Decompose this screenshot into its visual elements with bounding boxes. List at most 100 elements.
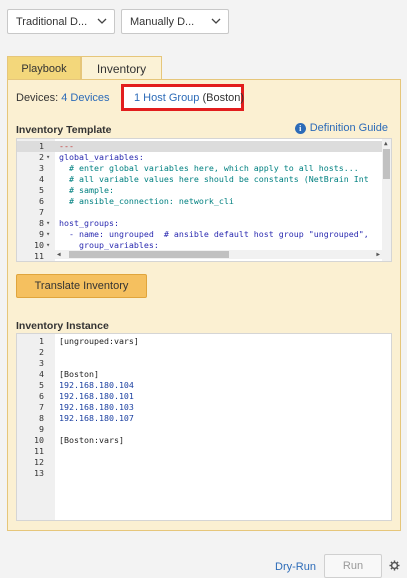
line-number: 7 — [39, 402, 44, 412]
code-text: [Boston] — [59, 369, 99, 379]
code-line: 8 ▾ host_groups: — [17, 218, 384, 229]
translate-inventory-button[interactable]: Translate Inventory — [16, 274, 147, 298]
code-line: 12 — [17, 457, 391, 468]
host-group-link[interactable]: 1 Host Group — [134, 92, 199, 104]
line-number: 1 — [39, 141, 44, 151]
scroll-right-icon[interactable]: ▶ — [376, 251, 380, 258]
code-text: 192.168.180.103 — [59, 402, 134, 412]
devices-label: Devices: — [16, 92, 59, 104]
inventory-template-editor[interactable]: 1 --- 2 ▾ global_variables: 3 # enter global … — [16, 138, 392, 262]
code-text: host_groups: — [59, 218, 119, 228]
line-number: 5 — [39, 380, 44, 390]
code-line: 2 — [17, 347, 391, 358]
tab-inventory[interactable]: Inventory — [81, 56, 162, 79]
line-number: 1 — [39, 336, 44, 346]
code-line: 3 # enter global variables here, which a… — [17, 163, 384, 174]
code-text: # sample: — [59, 185, 114, 195]
inventory-panel: Devices: 4 Devices 1 Host Group (Boston)… — [7, 79, 401, 531]
scroll-up-icon[interactable]: ▲ — [384, 140, 388, 147]
scroll-left-icon[interactable]: ◀ — [57, 251, 61, 258]
line-number: 10 — [34, 240, 44, 250]
tab-inventory-label: Inventory — [96, 62, 147, 76]
line-number: 3 — [39, 358, 44, 368]
code-line: 7 192.168.180.103 — [17, 402, 391, 413]
line-number: 9 — [39, 229, 44, 239]
line-number: 9 — [39, 424, 44, 434]
gear-icon[interactable] — [389, 560, 400, 571]
fold-toggle-icon[interactable]: ▾ — [46, 229, 50, 240]
code-line: 6 # ansible_connection: network_cli — [17, 196, 384, 207]
inventory-instance-title: Inventory Instance — [16, 320, 109, 332]
code-line: 1 --- — [17, 141, 384, 152]
code-line: 2 ▾ global_variables: — [17, 152, 384, 163]
code-text: - name: ungrouped # ansible default host… — [59, 229, 369, 239]
host-group-name: (Boston) — [202, 92, 245, 104]
code-line: 11 — [17, 446, 391, 457]
line-number: 12 — [34, 457, 44, 467]
device-selection-dropdown-value: Manually D... — [130, 16, 195, 28]
tab-playbook-label: Playbook — [21, 63, 67, 75]
devices-link[interactable]: 4 Devices — [61, 92, 109, 104]
definition-guide-label: Definition Guide — [309, 122, 388, 134]
devices-summary: Devices: 4 Devices — [16, 92, 110, 104]
code-line: 6 192.168.180.101 — [17, 391, 391, 402]
code-text: 192.168.180.101 — [59, 391, 134, 401]
tab-playbook[interactable]: Playbook — [7, 56, 81, 79]
inventory-template-title: Inventory Template — [16, 124, 112, 136]
code-line: 7 — [17, 207, 384, 218]
fold-toggle-icon[interactable]: ▾ — [46, 152, 50, 163]
code-line: 3 — [17, 358, 391, 369]
horizontal-scroll-thumb[interactable] — [69, 251, 229, 258]
code-line: 4 # all variable values here should be c… — [17, 174, 384, 185]
code-text: # ansible_connection: network_cli — [59, 196, 234, 206]
definition-guide-link[interactable]: i Definition Guide — [294, 122, 388, 134]
horizontal-scrollbar[interactable]: ◀ ▶ — [55, 250, 382, 259]
code-text: # all variable values here should be con… — [59, 174, 369, 184]
code-line: 9 — [17, 424, 391, 435]
line-number: 13 — [34, 468, 44, 478]
info-icon: i — [294, 122, 306, 134]
dry-run-button[interactable]: Dry-Run — [275, 561, 316, 573]
code-text: --- — [59, 141, 74, 151]
line-number: 10 — [34, 435, 44, 445]
code-line: 1 [ungrouped:vars] — [17, 336, 391, 347]
device-selection-dropdown[interactable]: Manually D... — [121, 9, 229, 34]
line-number: 8 — [39, 413, 44, 423]
line-number: 2 — [39, 152, 44, 162]
code-text: [ungrouped:vars] — [59, 336, 139, 346]
code-line: 8 192.168.180.107 — [17, 413, 391, 424]
line-number: 5 — [39, 185, 44, 195]
chevron-down-icon — [211, 18, 221, 24]
line-number: 7 — [39, 207, 44, 217]
template-type-dropdown[interactable]: Traditional D... — [7, 9, 115, 34]
code-line: 9 ▾ - name: ungrouped # ansible default h… — [17, 229, 384, 240]
line-number: 8 — [39, 218, 44, 228]
fold-toggle-icon[interactable]: ▾ — [46, 240, 50, 251]
line-number: 4 — [39, 369, 44, 379]
run-button[interactable]: Run — [324, 554, 382, 578]
vertical-scrollbar[interactable]: ▲ — [382, 139, 391, 261]
vertical-scroll-thumb[interactable] — [383, 149, 390, 179]
line-number: 4 — [39, 174, 44, 184]
inventory-instance-editor[interactable]: 1 [ungrouped:vars] 2 3 4 [Boston] 5 192.168.180… — [16, 333, 392, 521]
line-number: 11 — [34, 251, 44, 261]
line-number: 11 — [34, 446, 44, 456]
fold-toggle-icon[interactable]: ▾ — [46, 218, 50, 229]
code-line: 5 192.168.180.104 — [17, 380, 391, 391]
code-text: # enter global variables here, which app… — [59, 163, 359, 173]
line-number: 3 — [39, 163, 44, 173]
chevron-down-icon — [97, 18, 107, 24]
code-line: 5 # sample: — [17, 185, 384, 196]
code-text: global_variables: — [59, 152, 144, 162]
code-line: 10 [Boston:vars] — [17, 435, 391, 446]
code-text: 192.168.180.107 — [59, 413, 134, 423]
template-type-dropdown-value: Traditional D... — [16, 16, 88, 28]
line-number: 2 — [39, 347, 44, 357]
line-number: 6 — [39, 196, 44, 206]
line-number: 6 — [39, 391, 44, 401]
host-group-selector: 1 Host Group (Boston) — [121, 84, 244, 111]
code-line: 4 [Boston] — [17, 369, 391, 380]
code-text: [Boston:vars] — [59, 435, 124, 445]
code-line: 13 — [17, 468, 391, 479]
code-text: 192.168.180.104 — [59, 380, 134, 390]
